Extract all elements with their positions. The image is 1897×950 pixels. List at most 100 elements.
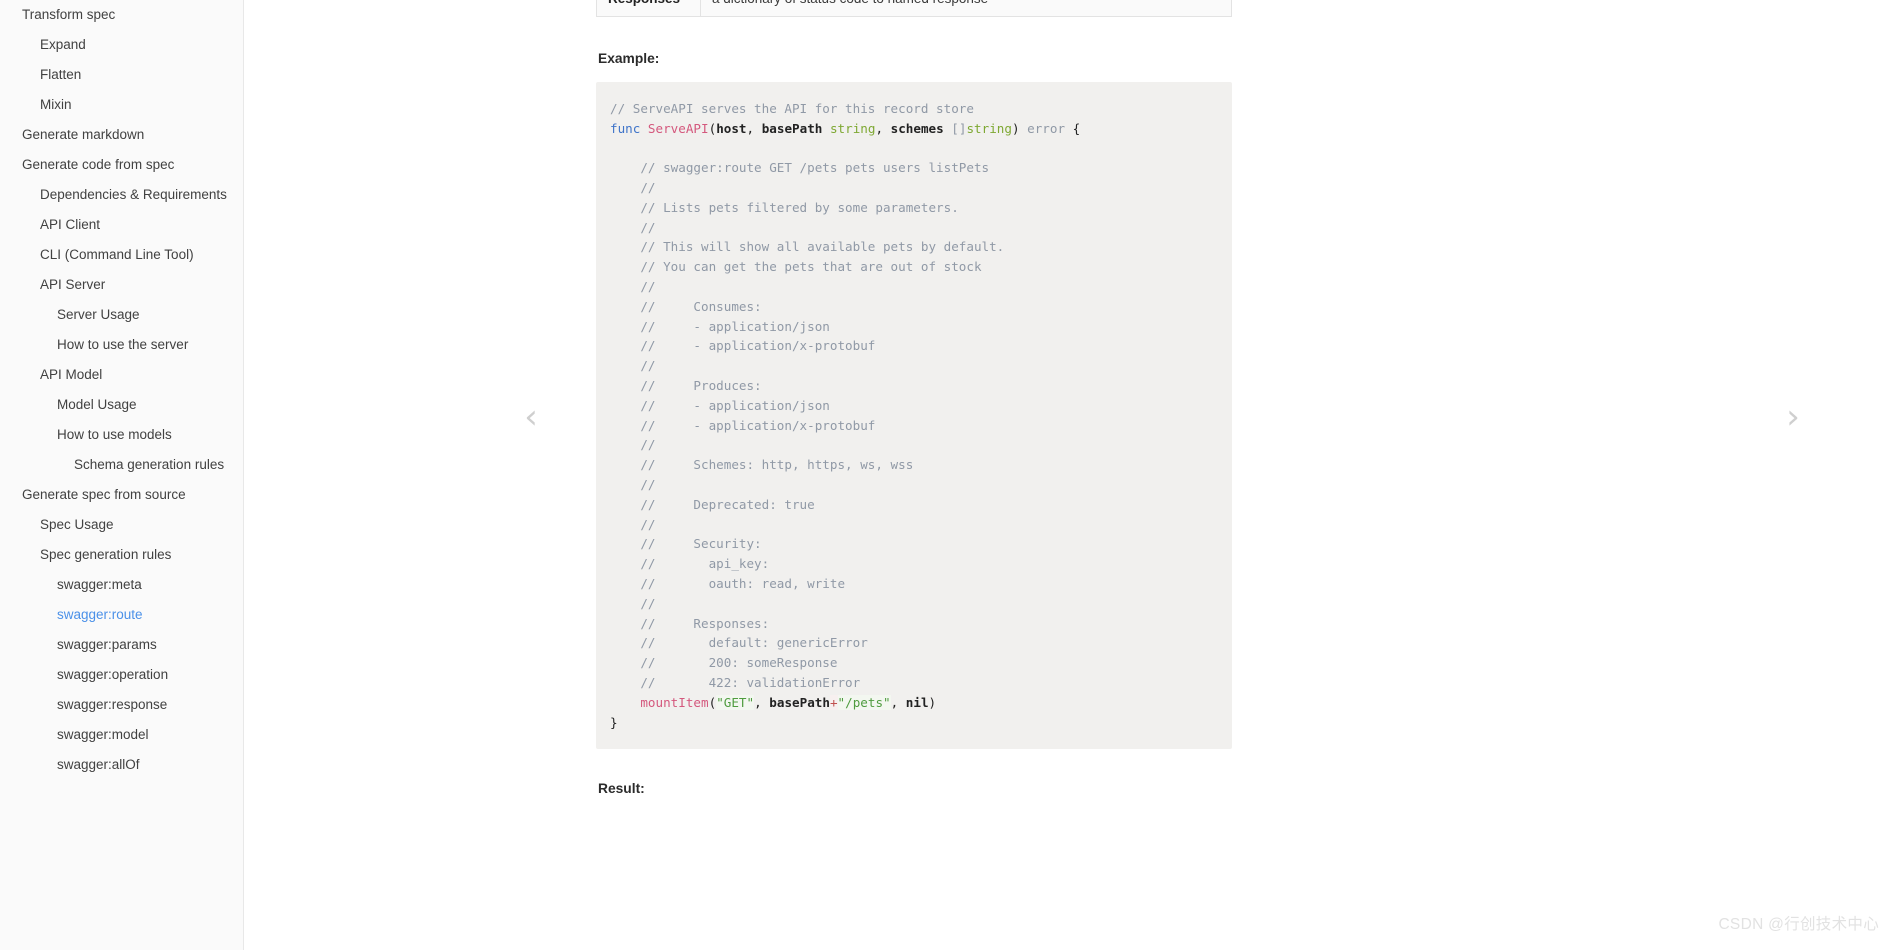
code-line: // default: genericError	[610, 635, 867, 650]
code-token: }	[610, 714, 618, 730]
code-line: // - application/json	[610, 398, 830, 413]
code-token: basePath	[761, 120, 830, 136]
code-token: string	[966, 120, 1012, 136]
chevron-right-icon[interactable]: ›	[1776, 400, 1810, 435]
sidebar-item-swagger-response[interactable]: swagger:response	[0, 690, 243, 720]
sidebar-item-swagger-route[interactable]: swagger:route	[0, 600, 243, 630]
sidebar-item-dependencies-requirements[interactable]: Dependencies & Requirements	[0, 180, 243, 210]
sidebar-item-label: Generate markdown	[22, 127, 145, 143]
sidebar-item-label: Server Usage	[57, 307, 140, 323]
code-token: string	[829, 120, 876, 136]
code-token: )	[928, 694, 937, 710]
code-token: // - application/json	[610, 397, 830, 413]
code-line: // - application/x-protobuf	[610, 418, 875, 433]
sidebar-item-generate-markdown[interactable]: Generate markdown	[0, 120, 243, 150]
chevron-left-icon[interactable]: ‹	[514, 400, 548, 435]
result-heading: Result:	[598, 781, 645, 797]
sidebar-item-api-model[interactable]: API Model	[0, 360, 243, 390]
table-body: Responses a dictionary of status code to…	[596, 0, 1232, 17]
code-token: {	[1065, 120, 1081, 136]
sidebar-item-flatten[interactable]: Flatten	[0, 60, 243, 90]
code-token: // Schemes: http, https, ws, wss	[610, 457, 914, 473]
code-line: }	[610, 715, 618, 730]
code-line: // Schemes: http, https, ws, wss	[610, 457, 913, 472]
sidebar-item-generate-code-from-spec[interactable]: Generate code from spec	[0, 150, 243, 180]
sidebar-item-api-client[interactable]: API Client	[0, 210, 243, 240]
sidebar-item-api-server[interactable]: API Server	[0, 270, 243, 300]
code-token: // ServeAPI serves the API for this reco…	[610, 100, 974, 116]
sidebar-item-swagger-model[interactable]: swagger:model	[0, 720, 243, 750]
sidebar-item-server-usage[interactable]: Server Usage	[0, 300, 243, 330]
code-token: )	[1011, 120, 1028, 136]
sidebar-item-swagger-operation[interactable]: swagger:operation	[0, 660, 243, 690]
code-block-example: // ServeAPI serves the API for this reco…	[596, 81, 1232, 750]
code-line: // api_key:	[610, 556, 769, 571]
content-column: Responses a dictionary of status code to…	[596, 0, 1232, 852]
code-token: func	[610, 120, 648, 136]
sidebar-item-label: Generate code from spec	[22, 157, 175, 173]
code-token: // Consumes:	[610, 298, 762, 314]
sidebar-item-expand[interactable]: Expand	[0, 30, 243, 60]
sidebar-item-spec-generation-rules[interactable]: Spec generation rules	[0, 540, 243, 570]
sidebar-item-model-usage[interactable]: Model Usage	[0, 390, 243, 420]
code-token: //	[610, 595, 656, 611]
watermark-label: CSDN @行创技术中心	[1718, 916, 1879, 933]
code-line: // Responses:	[610, 616, 769, 631]
code-token: host	[716, 120, 747, 136]
code-token: // Deprecated: true	[610, 496, 815, 512]
code-token: // 200: someResponse	[610, 655, 838, 671]
code-line: // 200: someResponse	[610, 655, 837, 670]
sidebar-item-swagger-meta[interactable]: swagger:meta	[0, 570, 243, 600]
sidebar-item-label: Spec Usage	[40, 517, 114, 533]
sidebar-item-swagger-params[interactable]: swagger:params	[0, 630, 243, 660]
sidebar-navigation[interactable]: Transform spec Expand Flatten Mixin Generate…	[0, 0, 244, 950]
code-token: error	[1027, 120, 1066, 136]
sidebar-item-label: swagger:meta	[57, 577, 142, 593]
sidebar-item-label: swagger:allOf	[57, 757, 140, 773]
code-token: //	[610, 477, 656, 493]
code-token: //	[610, 516, 656, 532]
code-token: // Lists pets filtered by some parameter…	[610, 199, 959, 215]
code-token: // Responses:	[610, 615, 770, 631]
sidebar-item-generate-spec-from-source[interactable]: Generate spec from source	[0, 480, 243, 510]
sidebar-item-label: swagger:operation	[57, 667, 169, 683]
sidebar-item-spec-usage[interactable]: Spec Usage	[0, 510, 243, 540]
code-token: ,	[890, 694, 906, 710]
code-token: basePath	[769, 694, 830, 710]
code-line: // 422: validationError	[610, 675, 860, 690]
sidebar-item-label: swagger:params	[57, 637, 157, 653]
code-line: // You can get the pets that are out of …	[610, 259, 981, 274]
sidebar-item-how-to-use-models[interactable]: How to use models	[0, 420, 243, 450]
sidebar-item-schema-generation-rules[interactable]: Schema generation rules	[0, 450, 243, 480]
sidebar-item-label: Spec generation rules	[40, 547, 172, 563]
code-token: // This will show all available pets by …	[610, 239, 1005, 255]
sidebar-item-list: Transform spec Expand Flatten Mixin Generate…	[0, 0, 243, 780]
code-line: //	[610, 220, 655, 235]
sidebar-item-label: Expand	[40, 37, 86, 53]
code-token: // - application/json	[610, 318, 830, 334]
sidebar-item-swagger-allof[interactable]: swagger:allOf	[0, 750, 243, 780]
sidebar-item-label: Transform spec	[22, 7, 116, 23]
code-line: // - application/x-protobuf	[610, 338, 875, 353]
sidebar-item-label: CLI (Command Line Tool)	[40, 247, 194, 263]
sidebar-item-cli-command-line-tool[interactable]: CLI (Command Line Tool)	[0, 240, 243, 270]
code-line: // ServeAPI serves the API for this reco…	[610, 101, 974, 116]
code-line: //	[610, 595, 656, 611]
table-cell-key: Responses	[596, 0, 701, 17]
code-line: // Consumes:	[610, 298, 762, 314]
code-token: // swagger:route GET /pets pets users li…	[610, 160, 990, 176]
sidebar-item-label: API Model	[40, 367, 103, 383]
code-line: // Security:	[610, 536, 761, 551]
code-line: //	[610, 437, 655, 452]
code-token: //	[610, 180, 656, 196]
main-content: Responses a dictionary of status code to…	[244, 0, 1897, 950]
sidebar-item-mixin[interactable]: Mixin	[0, 90, 243, 120]
sidebar-item-label: Flatten	[40, 67, 82, 83]
code-token: // - application/x-protobuf	[610, 338, 876, 354]
sidebar-item-label: Schema generation rules	[74, 457, 225, 473]
sidebar-item-how-to-use-the-server[interactable]: How to use the server	[0, 330, 243, 360]
code-line: // Deprecated: true	[610, 496, 815, 512]
sidebar-item-transform-spec[interactable]: Transform spec	[0, 0, 243, 30]
code-token: // oauth: read, write	[610, 576, 846, 592]
